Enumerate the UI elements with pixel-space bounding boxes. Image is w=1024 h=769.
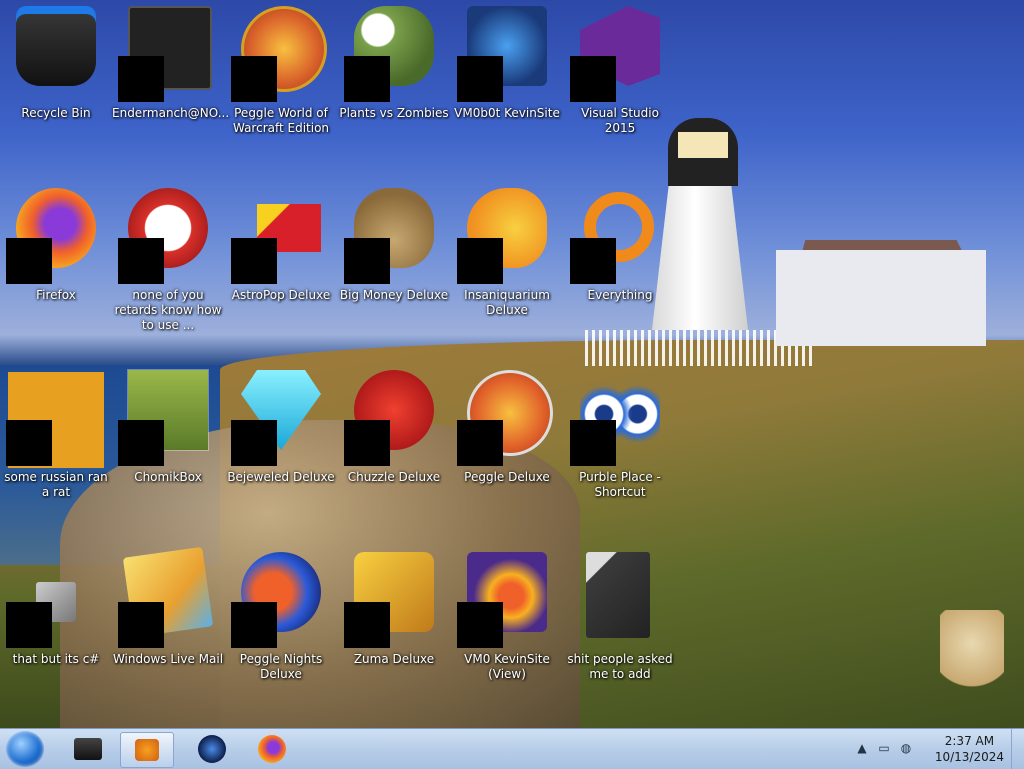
- desktop-icon-bejeweled[interactable]: Bejeweled Deluxe: [225, 364, 337, 524]
- house-background: [776, 250, 986, 346]
- desktop-icon-windows-live-mail[interactable]: Windows Live Mail: [112, 546, 224, 706]
- desktop-icon-chomikbox[interactable]: ChomikBox: [112, 364, 224, 524]
- monitor-icon[interactable]: ▭: [876, 741, 892, 757]
- desktop-icon-peggle-deluxe[interactable]: Peggle Deluxe: [451, 364, 563, 524]
- folder-icon: [586, 552, 650, 638]
- redaction-box: [118, 602, 164, 648]
- redaction-box: [231, 420, 277, 466]
- desktop-icon-visual-studio[interactable]: Visual Studio 2015: [564, 0, 676, 160]
- show-hidden-icons-icon[interactable]: ▲: [854, 741, 870, 757]
- redaction-box: [457, 602, 503, 648]
- folder-icon: [74, 738, 102, 760]
- redaction-box: [231, 238, 277, 284]
- redaction-box: [457, 420, 503, 466]
- desktop-icon-firefox[interactable]: Firefox: [0, 182, 112, 342]
- redaction-box: [6, 602, 52, 648]
- redaction-box: [344, 238, 390, 284]
- redaction-box: [457, 238, 503, 284]
- redaction-box: [457, 56, 503, 102]
- redaction-box: [344, 420, 390, 466]
- desktop-icon-vm0b0t-kevinsite[interactable]: VM0b0t KevinSite: [451, 0, 563, 160]
- media-player-icon: [135, 739, 159, 761]
- desktop-icon-astropop[interactable]: AstroPop Deluxe: [225, 182, 337, 342]
- desktop-icon-insaniquarium[interactable]: Insaniquarium Deluxe: [451, 182, 563, 342]
- clock-date: 10/13/2024: [934, 750, 1004, 764]
- desktop: Recycle Bin Endermanch@NO... Peggle Worl…: [0, 0, 1024, 728]
- redaction-box: [344, 56, 390, 102]
- clock[interactable]: 2:37 AM 10/13/2024: [935, 733, 1004, 765]
- taskbar: ▲ ▭ ◍ 2:37 AM 10/13/2024: [0, 728, 1024, 769]
- show-desktop-button[interactable]: [1011, 729, 1024, 769]
- desktop-icon-none-of-you[interactable]: none of you retards know how to use ...: [112, 182, 224, 342]
- redaction-box: [570, 420, 616, 466]
- desktop-icon-purble-place[interactable]: Purble Place - Shortcut: [564, 364, 676, 524]
- redaction-box: [6, 420, 52, 466]
- redaction-box: [118, 56, 164, 102]
- lighthouse-lamp: [678, 132, 728, 158]
- desktop-icon-recycle-bin[interactable]: Recycle Bin: [0, 0, 112, 160]
- redaction-box: [570, 238, 616, 284]
- desktop-icon-chuzzle[interactable]: Chuzzle Deluxe: [338, 364, 450, 524]
- desktop-icon-big-money[interactable]: Big Money Deluxe: [338, 182, 450, 342]
- desktop-icon-that-but-its-csharp[interactable]: that but its c#: [0, 546, 112, 706]
- redaction-box: [6, 238, 52, 284]
- desktop-icon-russian-rat[interactable]: some russian ran a rat: [0, 364, 112, 524]
- desktop-icon-vm0-kevinsite-view[interactable]: VM0 KevinSite (View): [451, 546, 563, 706]
- taskbar-vm[interactable]: [186, 732, 238, 766]
- desktop-icon-zuma[interactable]: Zuma Deluxe: [338, 546, 450, 706]
- redaction-box: [118, 420, 164, 466]
- redaction-box: [344, 602, 390, 648]
- desktop-icon-everything[interactable]: Everything: [564, 182, 676, 342]
- redaction-box: [231, 56, 277, 102]
- network-icon[interactable]: ◍: [898, 741, 914, 757]
- taskbar-explorer[interactable]: [62, 732, 114, 766]
- taskbar-firefox[interactable]: [246, 732, 298, 766]
- desktop-icon-endermanch[interactable]: Endermanch@NO...: [112, 0, 229, 160]
- firefox-icon: [258, 735, 286, 763]
- redaction-box: [231, 602, 277, 648]
- taskbar-media-player[interactable]: [120, 732, 174, 768]
- desktop-icon-shit-people-asked[interactable]: shit people asked me to add: [564, 546, 676, 706]
- redaction-box: [570, 56, 616, 102]
- desktop-icon-plants-vs-zombies[interactable]: Plants vs Zombies: [338, 0, 450, 160]
- recycle-bin-icon: [16, 6, 96, 86]
- globe-icon: [198, 735, 226, 763]
- system-tray: ▲ ▭ ◍ 2:37 AM 10/13/2024: [854, 729, 1024, 769]
- desktop-icon-peggle-wow[interactable]: Peggle World of Warcraft Edition: [225, 0, 337, 160]
- desktop-icon-peggle-nights[interactable]: Peggle Nights Deluxe: [225, 546, 337, 706]
- start-button[interactable]: [6, 731, 44, 767]
- hamster-decoration-icon: [940, 610, 1004, 706]
- clock-time: 2:37 AM: [944, 734, 995, 748]
- redaction-box: [118, 238, 164, 284]
